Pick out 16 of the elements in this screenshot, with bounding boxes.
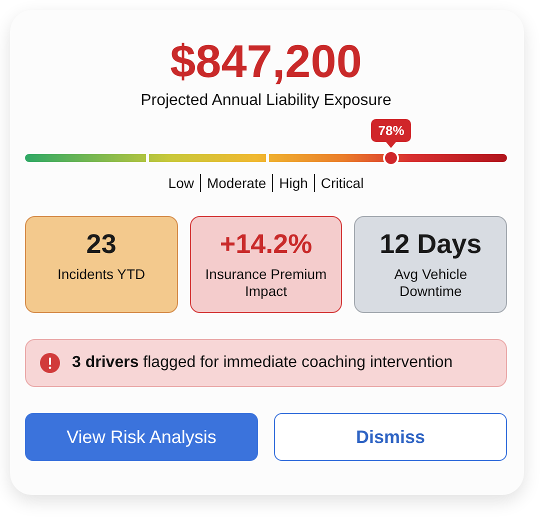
alert-icon xyxy=(40,353,60,373)
risk-level-label: Low xyxy=(167,174,195,192)
risk-level-label: High xyxy=(272,174,314,192)
stat-label: Avg Vehicle Downtime xyxy=(393,266,468,300)
dismiss-button[interactable]: Dismiss xyxy=(274,413,507,461)
liability-amount: $847,200 xyxy=(170,36,362,86)
view-analysis-button[interactable]: View Risk Analysis xyxy=(25,413,258,461)
alert-message: 3 drivers flagged for immediate coaching intervention xyxy=(72,354,453,372)
stat-value: 23 xyxy=(86,229,116,260)
risk-level-label: Critical xyxy=(314,174,370,192)
liability-caption: Projected Annual Liability Exposure xyxy=(140,92,392,110)
stat-value: 12 Days xyxy=(380,229,482,260)
risk-level-label: Moderate xyxy=(200,174,272,192)
stat-label: Incidents YTD xyxy=(56,266,146,283)
stat-value: +14.2% xyxy=(220,229,312,260)
stat-label: Insurance Premium Impact xyxy=(204,266,328,300)
